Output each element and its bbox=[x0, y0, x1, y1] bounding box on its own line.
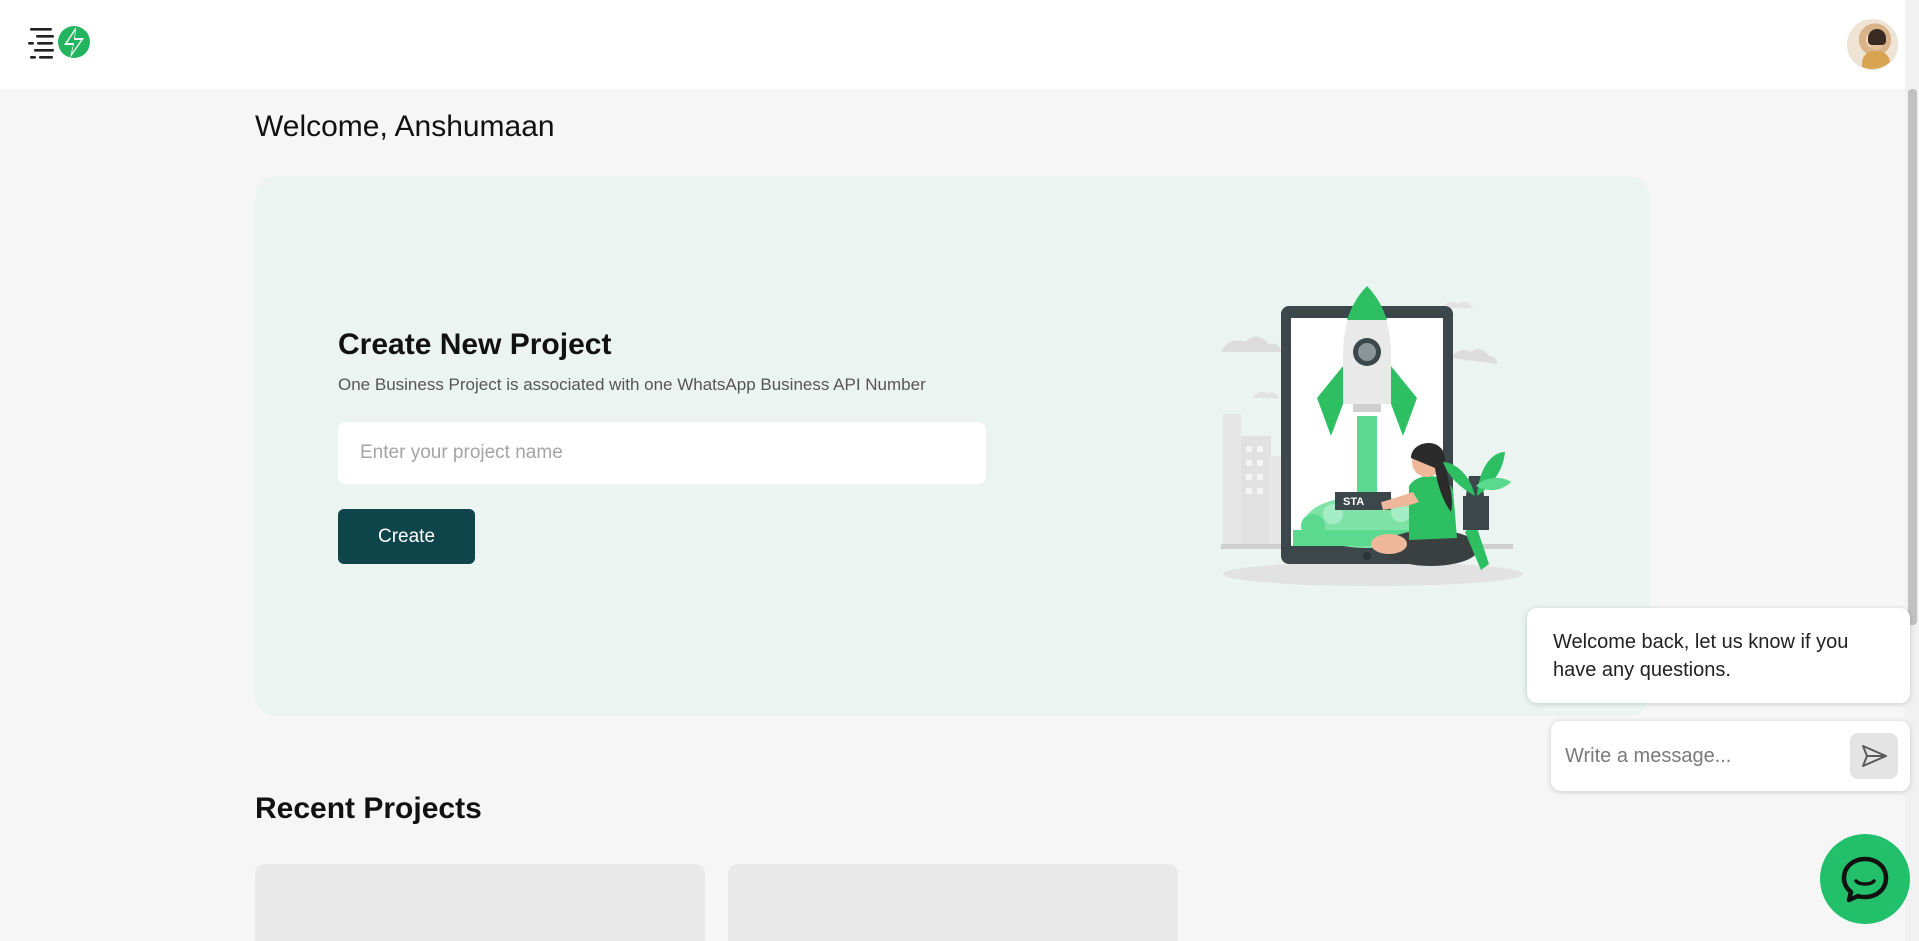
avatar-shirt bbox=[1862, 51, 1890, 69]
chat-welcome-message: Welcome back, let us know if you have an… bbox=[1527, 608, 1910, 703]
user-avatar[interactable] bbox=[1847, 19, 1898, 70]
create-project-title: Create New Project bbox=[338, 328, 612, 361]
chat-message-composer bbox=[1551, 721, 1910, 791]
rocket-launch-illustration: STA bbox=[1221, 286, 1523, 586]
recent-project-card[interactable] bbox=[728, 864, 1178, 941]
chat-message-input[interactable] bbox=[1565, 737, 1845, 775]
avatar-hair bbox=[1868, 29, 1886, 45]
recent-projects-heading: Recent Projects bbox=[255, 792, 482, 825]
chat-bubble-icon bbox=[1841, 856, 1889, 903]
page-scrollbar-thumb[interactable] bbox=[1908, 89, 1917, 625]
project-name-input[interactable] bbox=[338, 422, 986, 484]
illustration-start-label: STA bbox=[1343, 496, 1364, 508]
welcome-heading: Welcome, Anshumaan bbox=[255, 110, 555, 143]
chat-launcher-button[interactable] bbox=[1820, 834, 1910, 924]
top-navbar bbox=[0, 0, 1905, 89]
chat-send-button[interactable] bbox=[1850, 733, 1898, 779]
create-project-subtitle: One Business Project is associated with … bbox=[338, 375, 926, 394]
recent-project-card[interactable] bbox=[255, 864, 705, 941]
logo-icon[interactable] bbox=[28, 22, 92, 62]
create-project-panel: Create New Project One Business Project … bbox=[255, 176, 1650, 716]
create-project-button[interactable]: Create bbox=[338, 509, 475, 564]
send-icon bbox=[1862, 745, 1887, 767]
